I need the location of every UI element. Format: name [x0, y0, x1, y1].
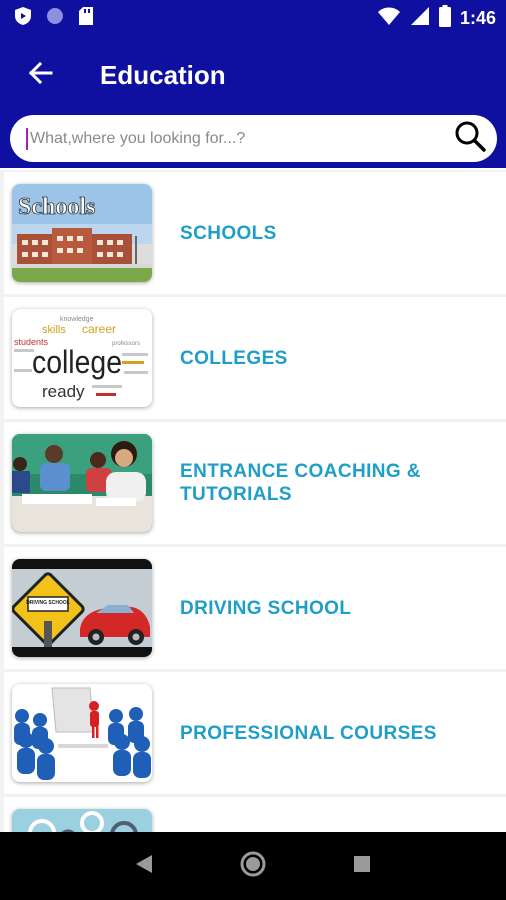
- sd-card-icon: [78, 6, 94, 31]
- search-button[interactable]: [443, 115, 497, 162]
- professional-courses-thumbnail: [12, 684, 152, 782]
- circle-icon: [46, 7, 64, 30]
- clock: 1:46: [459, 7, 496, 28]
- shield-icon: [14, 6, 32, 31]
- partial-thumbnail: [12, 809, 152, 832]
- toolbar: Education: [0, 44, 506, 106]
- category-label: DRIVING SCHOOL: [180, 597, 352, 619]
- list-item-driving-school[interactable]: DRIVING SCHOOL DRIVING SCHOOL: [4, 547, 506, 669]
- signal-icon: [410, 6, 430, 31]
- list-item-partial[interactable]: [4, 797, 506, 832]
- nav-back-button[interactable]: [114, 836, 174, 896]
- page-title: Education: [100, 59, 226, 90]
- screen: 1:46 Education What,where you looking fo…: [0, 0, 506, 900]
- college-thumb-text: college: [32, 344, 122, 380]
- category-label: PROFESSIONAL COURSES: [180, 722, 437, 744]
- app-bar: 1:46 Education: [0, 0, 506, 168]
- arrow-left-icon: [27, 60, 53, 91]
- college-word-3: career: [82, 322, 116, 336]
- back-triangle-icon: [134, 853, 154, 880]
- list-item-professional-courses[interactable]: PROFESSIONAL COURSES: [4, 672, 506, 794]
- driving-school-thumbnail: DRIVING SCHOOL: [12, 559, 152, 657]
- back-button[interactable]: [18, 53, 62, 97]
- nav-recents-button[interactable]: [332, 836, 392, 896]
- list-item-colleges[interactable]: knowledge skills career students profess…: [4, 297, 506, 419]
- college-word-5: ready: [42, 382, 85, 401]
- nav-home-button[interactable]: [223, 836, 283, 896]
- recents-square-icon: [353, 855, 371, 878]
- list-item-schools[interactable]: Schools SCHOOLS: [4, 172, 506, 294]
- college-word-2: skills: [42, 324, 66, 336]
- category-label: ENTRANCE COACHING & TUTORIALS: [180, 461, 421, 505]
- category-list[interactable]: Schools SCHOOLS knowledge skills career …: [0, 170, 506, 832]
- schools-thumb-text: Schools: [18, 194, 95, 220]
- colleges-thumbnail: knowledge skills career students profess…: [12, 309, 152, 407]
- category-label: SCHOOLS: [180, 222, 277, 244]
- category-label: COLLEGES: [180, 347, 288, 369]
- list-item-entrance-coaching[interactable]: ENTRANCE COACHING & TUTORIALS: [4, 422, 506, 544]
- system-nav-bar: [0, 832, 506, 900]
- coaching-thumbnail: [12, 434, 152, 532]
- wifi-icon: [377, 6, 401, 31]
- search-input[interactable]: [26, 127, 443, 150]
- battery-icon: [438, 4, 451, 32]
- status-bar: 1:46: [0, 0, 506, 36]
- driving-thumb-text: DRIVING SCHOOL: [26, 600, 70, 606]
- schools-thumbnail: Schools: [12, 184, 152, 282]
- search-icon: [454, 120, 486, 157]
- home-circle-icon: [239, 850, 267, 883]
- search-bar: [10, 115, 497, 162]
